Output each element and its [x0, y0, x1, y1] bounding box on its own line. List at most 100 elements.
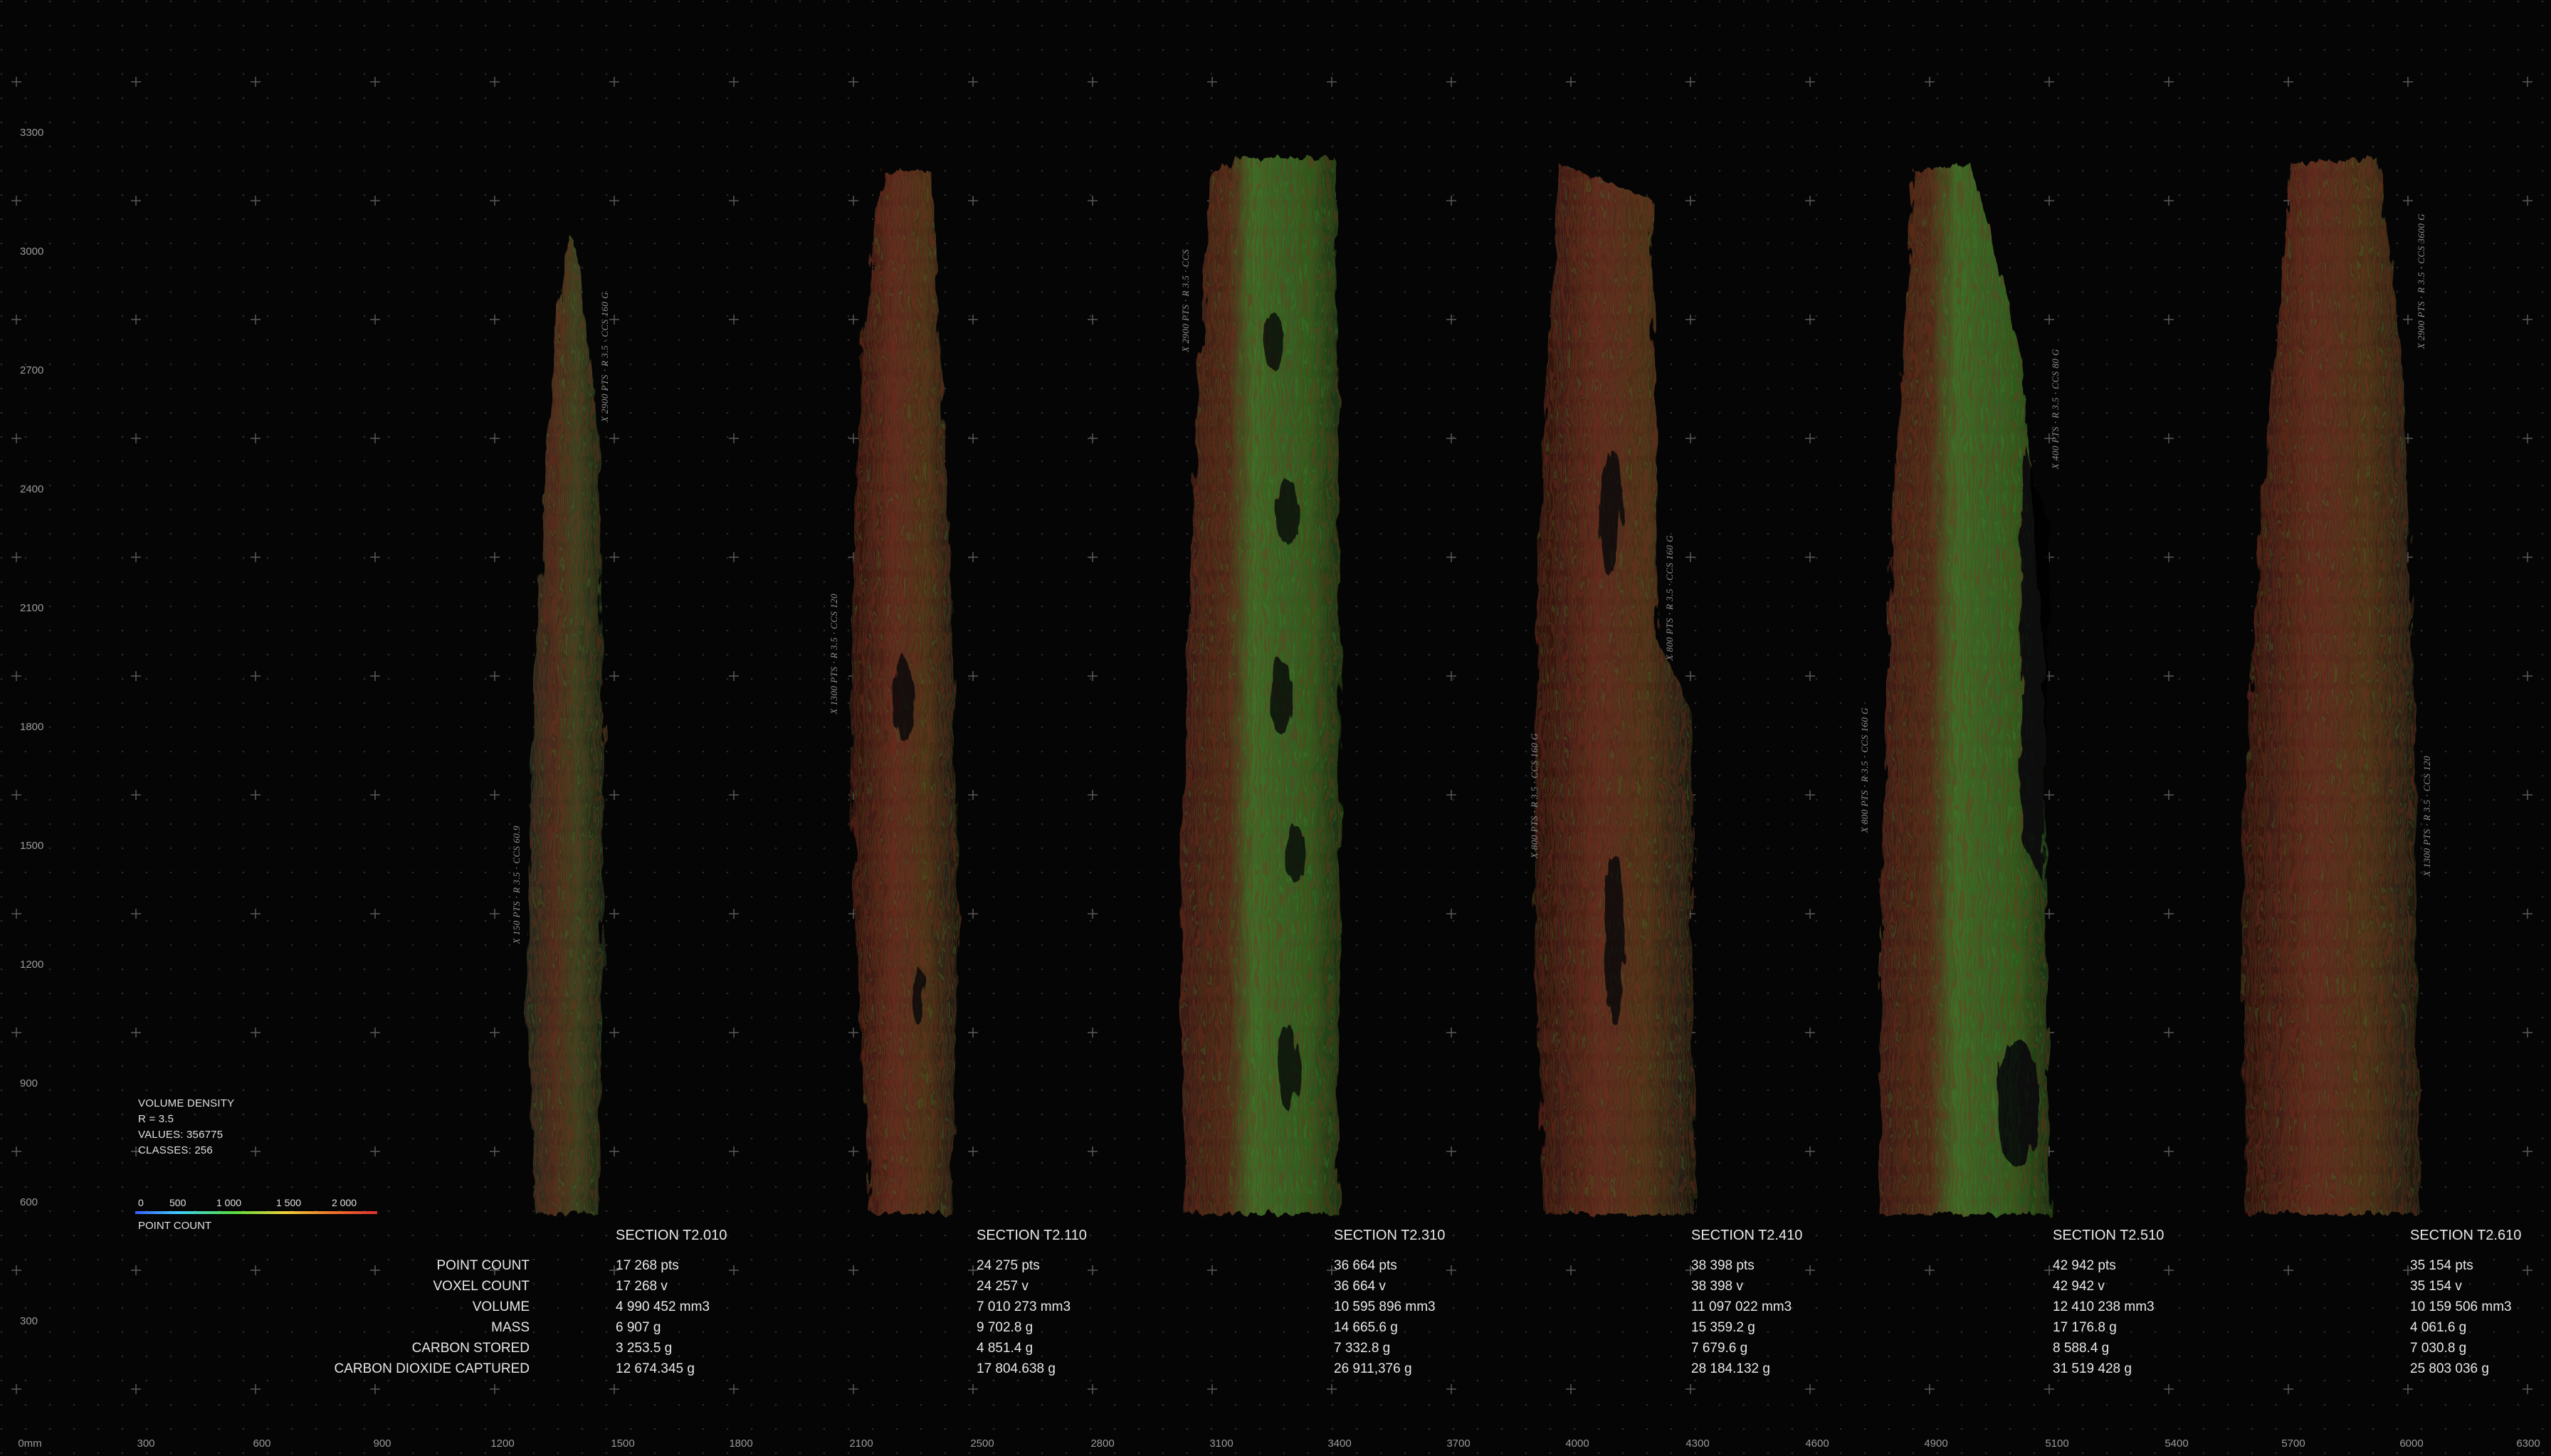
volume-value: 10 159 506 mm3 [2410, 1299, 2512, 1314]
scale-tick: 1 000 [216, 1197, 242, 1208]
x-tick-label: 6300 [2516, 1437, 2540, 1450]
x-tick-label: 2500 [970, 1437, 994, 1450]
section-title: SECTION T2.410 [1691, 1228, 1803, 1243]
y-tick-label: 300 [20, 1315, 38, 1327]
scale-tick: 1 500 [276, 1197, 302, 1208]
trunk-annotation-4b: X 800 PTS · R 3.5 · CCS 160 G [1664, 535, 1675, 661]
trunk-annotation-5: X 800 PTS · R 3.5 · CCS 160 G [1859, 707, 1870, 833]
voxel-count-value: 36 664 v [1334, 1279, 1386, 1294]
section-title: SECTION T2.110 [977, 1228, 1087, 1243]
x-tick-label: 5400 [2165, 1437, 2189, 1450]
row-label-carbon-stored: CARBON STORED [411, 1341, 530, 1356]
point-count-value: 17 268 pts [616, 1258, 679, 1273]
row-label-point-count: POINT COUNT [436, 1258, 530, 1273]
color-scale-ticks: 0 500 1 000 1 500 2 000 [138, 1197, 377, 1211]
trunk-annotation-6b: X 1300 PTS · R 3.5 · CCS 120 [2421, 756, 2432, 877]
co2-captured-value: 25 803 036 g [2410, 1361, 2489, 1376]
voxel-count-value: 17 268 v [616, 1279, 668, 1294]
y-tick-label: 3000 [20, 246, 44, 258]
volume-value: 11 097 022 mm3 [1691, 1299, 1792, 1314]
x-tick-label: 3700 [1446, 1437, 1471, 1450]
row-label-mass: MASS [491, 1320, 530, 1335]
section-column-3: SECTION T2.310 36 664 pts 36 664 v 10 59… [1334, 1225, 1445, 1379]
x-tick-label: 1200 [490, 1437, 515, 1450]
carbon-stored-value: 7 679.6 g [1691, 1341, 1748, 1356]
row-label-co2-captured: CARBON DIOXIDE CAPTURED [334, 1361, 530, 1376]
volume-value: 7 010 273 mm3 [977, 1299, 1071, 1314]
trunk-annotation-2: X 1300 PTS · R 3.5 · CCS 120 [829, 594, 839, 714]
section-column-5: SECTION T2.510 42 942 pts 42 942 v 12 41… [2053, 1225, 2164, 1379]
mass-value: 14 665.6 g [1334, 1320, 1398, 1335]
mass-value: 9 702.8 g [977, 1320, 1033, 1335]
mass-value: 17 176.8 g [2053, 1320, 2117, 1335]
voxel-count-value: 24 257 v [977, 1279, 1029, 1294]
co2-captured-value: 26 911,376 g [1334, 1361, 1412, 1376]
legend-r: R = 3.5 [138, 1113, 174, 1125]
legend-title: VOLUME DENSITY [138, 1097, 235, 1109]
section-title: SECTION T2.610 [2410, 1228, 2522, 1243]
x-tick-label: 4600 [1805, 1437, 1829, 1450]
voxel-count-value: 38 398 v [1691, 1279, 1743, 1294]
x-tick-label: 1800 [729, 1437, 753, 1450]
co2-captured-value: 28 184.132 g [1691, 1361, 1770, 1376]
carbon-stored-value: 7 332.8 g [1334, 1341, 1391, 1356]
metric-row-labels: POINT COUNT VOXEL COUNT VOLUME MASS CARB… [335, 1255, 530, 1379]
point-count-value: 36 664 pts [1334, 1258, 1397, 1273]
legend-values: VALUES: 356775 [138, 1129, 223, 1141]
volume-value: 4 990 452 mm3 [616, 1299, 710, 1314]
x-tick-label: 600 [253, 1437, 271, 1450]
y-tick-label: 600 [20, 1196, 38, 1208]
volume-value: 10 595 896 mm3 [1334, 1299, 1436, 1314]
color-scale-bar [135, 1211, 377, 1214]
trunk-annotation-1b: X 2900 PTS · R 3.5 · CCS 160 G [599, 292, 610, 423]
x-tick-label: 5100 [2045, 1437, 2069, 1450]
section-column-4: SECTION T2.410 38 398 pts 38 398 v 11 09… [1691, 1225, 1802, 1379]
voxel-count-value: 42 942 v [2053, 1279, 2105, 1294]
trunk-annotation-6: X 2900 PTS · R 3.5 · CCS 3600 G [2416, 213, 2426, 349]
y-tick-label: 3300 [20, 127, 44, 139]
x-tick-label: 6000 [2399, 1437, 2424, 1450]
trunk-annotation-4: X 800 PTS · R 3.5 · CCS 160 G [1529, 733, 1540, 859]
co2-captured-value: 12 674.345 g [616, 1361, 695, 1376]
y-tick-label: 2100 [20, 602, 44, 614]
y-tick-label: 900 [20, 1077, 38, 1090]
section-column-1: SECTION T2.010 17 268 pts 17 268 v 4 990… [616, 1225, 727, 1379]
scale-tick: 500 [169, 1197, 186, 1208]
trunk-annotation-5b: X 400 PTS · R 3.5 · CCS 80 G [2050, 349, 2061, 470]
carbon-stored-value: 8 588.4 g [2053, 1341, 2110, 1356]
x-tick-label: 4300 [1685, 1437, 1710, 1450]
carbon-stored-value: 4 851.4 g [977, 1341, 1033, 1356]
x-tick-label: 2800 [1090, 1437, 1115, 1450]
co2-captured-value: 31 519 428 g [2053, 1361, 2132, 1376]
x-tick-label: 3100 [1209, 1437, 1234, 1450]
x-tick-label: 4000 [1565, 1437, 1589, 1450]
scale-tick: 2 000 [332, 1197, 357, 1208]
x-tick-label: 300 [137, 1437, 155, 1450]
point-count-value: 38 398 pts [1691, 1258, 1755, 1273]
x-tick-label: 3400 [1327, 1437, 1352, 1450]
x-tick-label: 900 [373, 1437, 391, 1450]
point-count-value: 35 154 pts [2410, 1258, 2473, 1273]
trunk-annotation-1: X 150 PTS · R 3.5 · CCS 60.9 [511, 825, 522, 944]
section-title: SECTION T2.310 [1334, 1228, 1446, 1243]
legend-classes: CLASSES: 256 [138, 1144, 213, 1156]
carbon-stored-value: 7 030.8 g [2410, 1341, 2467, 1356]
x-tick-label: 0mm [18, 1437, 42, 1450]
x-tick-label: 1500 [611, 1437, 635, 1450]
section-column-6: SECTION T2.610 35 154 pts 35 154 v 10 15… [2410, 1225, 2521, 1379]
carbon-stored-value: 3 253.5 g [616, 1341, 673, 1356]
y-tick-label: 2400 [20, 483, 44, 495]
section-title: SECTION T2.010 [616, 1228, 727, 1243]
row-label-volume: VOLUME [472, 1299, 530, 1314]
volume-density-legend: VOLUME DENSITY R = 3.5 VALUES: 356775 CL… [138, 1096, 234, 1159]
section-title: SECTION T2.510 [2053, 1228, 2165, 1243]
volume-value: 12 410 238 mm3 [2053, 1299, 2155, 1314]
x-tick-label: 4900 [1924, 1437, 1948, 1450]
scale-tick: 0 [138, 1197, 144, 1208]
y-tick-label: 1500 [20, 840, 44, 852]
trunk-annotation-3: X 2900 PTS · R 3.5 · CCS [1180, 249, 1191, 352]
point-count-value: 42 942 pts [2053, 1258, 2116, 1273]
point-count-value: 24 275 pts [977, 1258, 1040, 1273]
mass-value: 6 907 g [616, 1320, 661, 1335]
y-tick-label: 1200 [20, 959, 44, 971]
